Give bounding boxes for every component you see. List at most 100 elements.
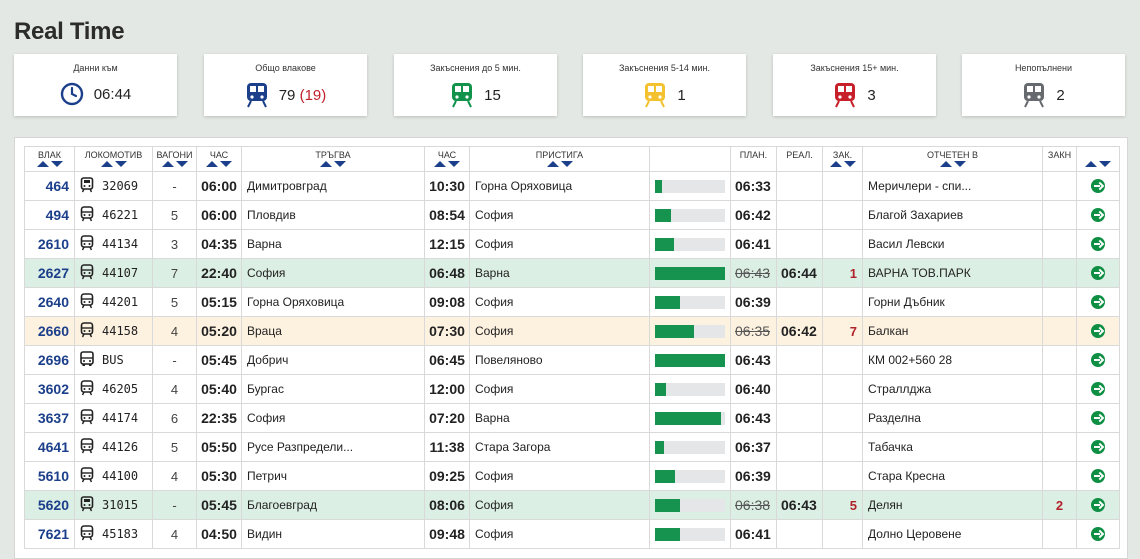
arrow-right-circle-icon[interactable] xyxy=(1091,179,1105,194)
progress-bar xyxy=(655,411,725,425)
sort-arrows-icon[interactable] xyxy=(824,160,862,169)
locomotive-cell: 46205 xyxy=(74,374,153,404)
planned-time: 06:40 xyxy=(730,374,777,404)
arrow-right-circle-icon[interactable] xyxy=(1091,208,1105,223)
locomotive-number: 31015 xyxy=(102,498,139,512)
arrow-right-circle-icon[interactable] xyxy=(1091,266,1105,281)
train-number[interactable]: 5610 xyxy=(24,461,75,491)
progress-cell xyxy=(649,316,731,346)
arrow-right-circle-icon[interactable] xyxy=(1091,237,1105,252)
arrow-right-circle-icon[interactable] xyxy=(1091,469,1105,484)
train-number[interactable]: 7621 xyxy=(24,519,75,549)
sort-arrows-icon[interactable] xyxy=(76,160,152,169)
delay-secondary xyxy=(1042,171,1077,201)
details-cell xyxy=(1076,171,1120,201)
departure-time: 05:40 xyxy=(196,374,242,404)
header-wagons[interactable]: ВАГОНИ xyxy=(152,146,197,172)
header-loco[interactable]: ЛОКОМОТИВ xyxy=(74,146,153,172)
departure-time: 05:50 xyxy=(196,432,242,462)
header-train[interactable]: ВЛАК xyxy=(24,146,75,172)
arrival-station: София xyxy=(469,316,650,346)
train-number[interactable]: 2696 xyxy=(24,345,75,375)
header-arrives[interactable]: ПРИСТИГА xyxy=(469,146,650,172)
delay-secondary xyxy=(1042,519,1077,549)
arrow-right-circle-icon[interactable] xyxy=(1091,324,1105,339)
sort-arrows-icon[interactable] xyxy=(243,160,424,169)
wagons-count: 4 xyxy=(152,316,197,346)
train-icon xyxy=(80,205,94,221)
train-icon xyxy=(80,292,94,308)
sort-arrows-icon[interactable] xyxy=(471,160,649,169)
train-number[interactable]: 5620 xyxy=(24,490,75,520)
wagons-count: 4 xyxy=(152,374,197,404)
departure-station: Варна xyxy=(241,229,425,259)
progress-cell xyxy=(649,345,731,375)
train-icon xyxy=(80,466,94,482)
sort-arrows-icon[interactable] xyxy=(198,160,241,169)
arrival-time: 10:30 xyxy=(424,171,470,201)
progress-cell xyxy=(649,432,731,462)
arrow-right-circle-icon[interactable] xyxy=(1091,353,1105,368)
header-delay[interactable]: ЗАК. xyxy=(822,146,863,172)
train-number[interactable]: 464 xyxy=(24,171,75,201)
arrival-time: 08:06 xyxy=(424,490,470,520)
card-value: 2 xyxy=(1056,86,1065,104)
train-number[interactable]: 3637 xyxy=(24,403,75,433)
train-number[interactable]: 2627 xyxy=(24,258,75,288)
locomotive-icon xyxy=(80,495,94,511)
sort-arrows-icon[interactable] xyxy=(864,160,1042,169)
real-time xyxy=(776,519,823,549)
header-departs[interactable]: ТРЪГВА xyxy=(241,146,425,172)
train-number[interactable]: 494 xyxy=(24,200,75,230)
departure-time: 05:20 xyxy=(196,316,242,346)
delay-secondary xyxy=(1042,374,1077,404)
real-time xyxy=(776,374,823,404)
reported-at: Стара Кресна xyxy=(862,461,1043,491)
header-arr-time[interactable]: ЧАС xyxy=(424,146,470,172)
real-time: 06:44 xyxy=(776,258,823,288)
wagons-count: 7 xyxy=(152,258,197,288)
train-icon xyxy=(80,263,94,279)
arrival-time: 07:20 xyxy=(424,403,470,433)
sort-arrows-icon[interactable] xyxy=(26,160,74,169)
arrow-right-circle-icon[interactable] xyxy=(1091,527,1105,542)
sort-arrows-icon[interactable] xyxy=(1078,160,1119,169)
arrow-right-circle-icon[interactable] xyxy=(1091,382,1105,397)
delay-secondary xyxy=(1042,200,1077,230)
summary-cards: Данни към 06:44 Общо влакове 79 (19) Зак… xyxy=(14,54,1140,116)
planned-time: 06:41 xyxy=(730,519,777,549)
arrow-right-circle-icon[interactable] xyxy=(1091,295,1105,310)
progress-fill xyxy=(655,208,672,222)
progress-cell xyxy=(649,229,731,259)
arrow-right-circle-icon[interactable] xyxy=(1091,498,1105,513)
progress-cell xyxy=(649,519,731,549)
delay-secondary xyxy=(1042,258,1077,288)
details-cell xyxy=(1076,374,1120,404)
arrow-right-circle-icon[interactable] xyxy=(1091,411,1105,426)
train-icon xyxy=(80,379,94,395)
header-dep-time[interactable]: ЧАС xyxy=(196,146,242,172)
arrow-right-circle-icon[interactable] xyxy=(1091,440,1105,455)
header-actions[interactable] xyxy=(1076,146,1120,172)
table-row: 2660 44158 4 05:20 Враца 07:30 София 06:… xyxy=(24,316,1120,346)
train-number[interactable]: 2660 xyxy=(24,316,75,346)
header-reported[interactable]: ОТЧЕТЕН В xyxy=(862,146,1043,172)
locomotive-number: 44100 xyxy=(102,469,139,483)
delay-secondary xyxy=(1042,229,1077,259)
train-number[interactable]: 2640 xyxy=(24,287,75,317)
table-row: 3637 44174 6 22:35 София 07:20 Варна 06:… xyxy=(24,403,1120,433)
sort-arrows-icon[interactable] xyxy=(426,160,469,169)
table-row: 464 32069 - 06:00 Димитровград 10:30 Гор… xyxy=(24,171,1120,201)
locomotive-cell: 46221 xyxy=(74,200,153,230)
arrival-time: 09:48 xyxy=(424,519,470,549)
train-icon xyxy=(1024,83,1045,108)
progress-cell xyxy=(649,403,731,433)
sort-arrows-icon[interactable] xyxy=(154,160,196,169)
arrival-time: 08:54 xyxy=(424,200,470,230)
train-number[interactable]: 4641 xyxy=(24,432,75,462)
train-number[interactable]: 3602 xyxy=(24,374,75,404)
delay-minutes: 7 xyxy=(822,316,863,346)
arrival-station: София xyxy=(469,519,650,549)
train-number[interactable]: 2610 xyxy=(24,229,75,259)
progress-fill xyxy=(655,527,681,541)
